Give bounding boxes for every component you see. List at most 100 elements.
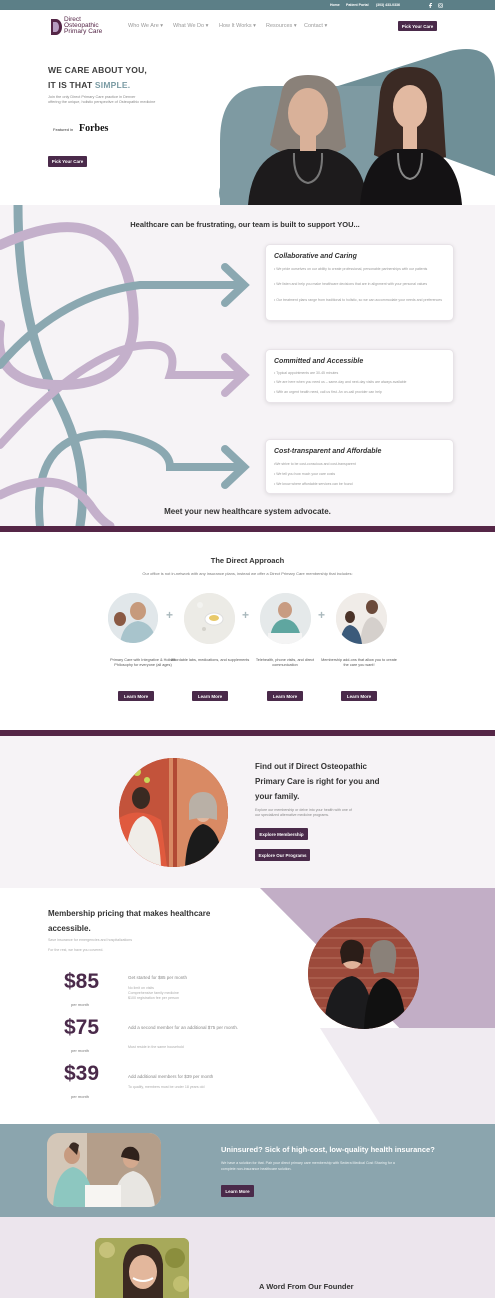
insurance-learn-more-button[interactable]: Learn More <box>221 1185 254 1197</box>
hero-heading-line2-text: IT IS THAT <box>48 80 95 90</box>
find-out-desc-line2: our specialized alternative medicine pro… <box>255 813 330 817</box>
nav-label: How It Works <box>219 23 252 29</box>
nav-label: Contact <box>304 23 323 29</box>
card-title: Cost-transparent and Affordable <box>274 448 382 455</box>
pricing-title-line1: Membership pricing that makes healthcare <box>48 909 211 918</box>
pricing-sub2: For the rest, we have you covered. <box>48 948 104 952</box>
approach-image-telehealth <box>260 593 311 644</box>
find-out-heading: Find out if Direct Osteopathic Primary C… <box>255 759 379 804</box>
hero-photo-woman-right <box>360 67 462 205</box>
decorative-swirl-arrows <box>0 205 250 526</box>
insurance-title: Uninsured? Sick of high-cost, low-qualit… <box>221 1145 435 1154</box>
pricing-section: Membership pricing that makes healthcare… <box>0 888 495 1124</box>
hero-pick-your-care-button[interactable]: Pick Your Care <box>48 156 87 167</box>
nav-label: What We Do <box>173 23 205 29</box>
learn-more-button[interactable]: Learn More <box>118 691 154 701</box>
direct-approach-section: The Direct Approach Our office is not in… <box>0 532 495 730</box>
approach-subtitle: Our office is not in-network with any in… <box>142 571 353 576</box>
price-per-label: per month <box>71 1002 90 1007</box>
topbar-portal-link[interactable]: Patient Portal <box>346 3 369 7</box>
topbar-home-link[interactable]: Home <box>330 3 340 7</box>
instagram-icon[interactable] <box>438 2 443 8</box>
card-bullet: • Our treatment plans range from traditi… <box>274 298 442 302</box>
nav-item-how-it-works[interactable]: How It Works ▾ <box>219 23 256 29</box>
hero-heading-simple: SIMPLE. <box>94 80 131 90</box>
card-bullet: • We listen and help you make healthcare… <box>274 282 428 286</box>
find-out-heading-line3: your family. <box>255 792 300 801</box>
explore-programs-button[interactable]: Explore Our Programs <box>255 849 310 861</box>
learn-more-button[interactable]: Learn More <box>267 691 303 701</box>
find-out-heading-line2: Primary Care is right for you and <box>255 777 380 786</box>
insurance-desc-line2: complete non-insurance healthcare soluti… <box>221 1167 292 1171</box>
plus-icon: + <box>242 608 250 622</box>
card-bullet: • Typical appointments are 30-45 minutes <box>274 371 339 375</box>
founder-title: A Word From Our Founder <box>259 1282 354 1291</box>
pricing-photo <box>308 918 419 1029</box>
top-bar: Home Patient Portal (303) 433-0336 <box>0 0 495 10</box>
card-title: Collaborative and Caring <box>274 253 357 260</box>
nav-pick-your-care-button[interactable]: Pick Your Care <box>398 21 437 31</box>
nav-item-contact[interactable]: Contact ▾ <box>304 23 327 29</box>
price-tier-desc: Get started for $85 per month <box>128 975 188 980</box>
card-bullet: • We tell you how much your care costs <box>274 472 336 476</box>
price-tier-desc: Add additional members for $39 per month <box>128 1074 214 1079</box>
founder-section: A Word From Our Founder <box>0 1217 495 1298</box>
hero-section: WE CARE ABOUT YOU, IT IS THAT SIMPLE. Jo… <box>0 41 495 205</box>
logo-line3: Primary Care <box>64 28 103 35</box>
card-title: Committed and Accessible <box>274 358 364 365</box>
find-out-heading-line1: Find out if Direct Osteopathic <box>255 762 368 771</box>
featured-in-label: Featured in <box>53 127 74 132</box>
nav-label: Who We Are <box>128 23 159 29</box>
founder-photo <box>95 1238 189 1298</box>
support-title: Healthcare can be frustrating, our team … <box>130 220 360 229</box>
price-per-label: per month <box>71 1094 90 1099</box>
plus-icon: + <box>318 608 326 622</box>
hero-photo-woman-left <box>248 75 368 205</box>
card-bullet: • We pride ourselves on our ability to c… <box>274 267 428 271</box>
card-bullet: •We strive to be cost-conscious and cost… <box>274 462 356 466</box>
approach-item-text: Affordable labs, medications, and supple… <box>170 658 250 662</box>
hero-heading-line2: IT IS THAT SIMPLE. <box>48 80 130 90</box>
insurance-section: Uninsured? Sick of high-cost, low-qualit… <box>0 1124 495 1217</box>
card-collaborative: Collaborative and Caring • We pride ours… <box>265 244 454 321</box>
price-per-label: per month <box>71 1048 90 1053</box>
nav-item-what-we-do[interactable]: What We Do ▾ <box>173 23 208 29</box>
learn-more-button[interactable]: Learn More <box>341 691 377 701</box>
approach-image-addons <box>336 593 387 644</box>
price-tier-detail: To qualify, members must be under 18 yea… <box>128 1085 205 1089</box>
nav-item-who-we-are[interactable]: Who We Are ▾ <box>128 23 163 29</box>
logo[interactable]: Direct Osteopathic Primary Care <box>50 16 125 36</box>
nav-item-resources[interactable]: Resources ▾ <box>266 23 297 29</box>
price-tier-3: $39 <box>64 1062 100 1085</box>
pricing-title-line2: accessible. <box>48 924 91 933</box>
facebook-icon[interactable] <box>428 2 433 8</box>
approach-item-text: Membership add-ons that allow you to cre… <box>321 658 397 667</box>
card-bullet: • We know where affordable services can … <box>274 482 353 486</box>
find-out-photo <box>119 758 228 867</box>
card-committed: Committed and Accessible • Typical appoi… <box>265 349 454 403</box>
explore-membership-button[interactable]: Explore Membership <box>255 828 308 840</box>
price-tier-desc: Add a second member for an additional $7… <box>128 1025 239 1030</box>
pricing-sub1: Save insurance for emergencies and hospi… <box>48 938 133 942</box>
support-section: Healthcare can be frustrating, our team … <box>0 205 495 526</box>
price-tier-detail: $100 registration fee per person <box>128 996 179 1000</box>
logo-mark-icon <box>51 19 62 35</box>
approach-title: The Direct Approach <box>210 556 285 565</box>
price-tier-1: $85 <box>64 970 100 993</box>
insurance-photo <box>47 1133 161 1207</box>
card-bullet: • With an urgent health need, call us fi… <box>274 390 382 394</box>
support-footer-text: Meet your new healthcare system advocate… <box>164 507 331 516</box>
price-tier-2: $75 <box>64 1016 100 1039</box>
learn-more-button[interactable]: Learn More <box>192 691 228 701</box>
approach-item-text: Telehealth, phone visits, and direct com… <box>255 658 315 667</box>
nav-label: Resources <box>266 23 293 29</box>
insurance-desc-line1: We have a solution for that. Pair your d… <box>221 1161 395 1165</box>
plus-icon: + <box>166 608 174 622</box>
approach-image-primary-care <box>108 593 158 643</box>
price-tier-detail: Must reside in the same household <box>128 1045 184 1049</box>
approach-image-labs <box>184 593 235 644</box>
find-out-section: Find out if Direct Osteopathic Primary C… <box>0 736 495 888</box>
forbes-logo: Forbes <box>79 123 109 134</box>
topbar-phone[interactable]: (303) 433-0336 <box>376 3 400 7</box>
pricing-title: Membership pricing that makes healthcare… <box>48 906 210 936</box>
